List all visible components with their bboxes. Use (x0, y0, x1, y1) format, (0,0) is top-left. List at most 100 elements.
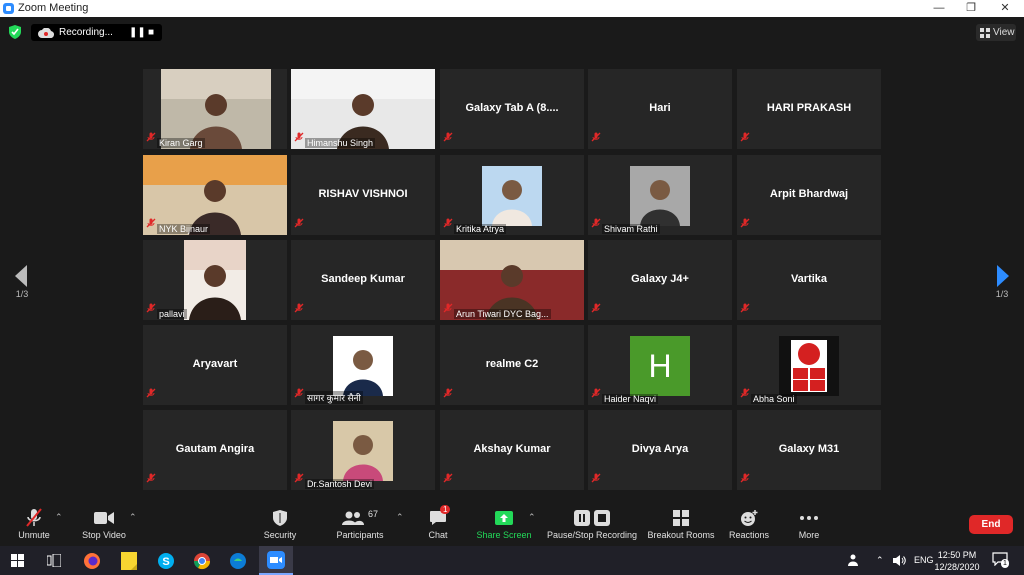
participant-name: Galaxy J4+ (631, 273, 689, 285)
pause-recording-icon[interactable]: ❚❚ (129, 27, 146, 38)
prev-page-button[interactable]: 1/3 (2, 265, 42, 299)
breakout-rooms-button[interactable]: Breakout Rooms (646, 508, 716, 540)
reactions-button[interactable]: Reactions (726, 508, 772, 540)
participants-options-chevron-icon[interactable]: ⌃ (396, 512, 404, 523)
participant-tile[interactable]: Divya Arya (588, 410, 732, 490)
participant-tile[interactable]: Galaxy J4+ (588, 240, 732, 320)
edge-icon[interactable] (229, 552, 247, 570)
skype-icon[interactable]: S (157, 552, 175, 570)
close-button[interactable]: ✕ (990, 0, 1020, 17)
participant-label: सागर कुमार सैनी (305, 391, 363, 404)
muted-mic-icon (740, 218, 750, 228)
audio-options-chevron-icon[interactable]: ⌃ (55, 512, 63, 523)
security-button[interactable]: Security (258, 508, 302, 540)
sticky-notes-icon[interactable] (121, 552, 137, 570)
video-options-chevron-icon[interactable]: ⌃ (129, 512, 137, 523)
muted-mic-icon (591, 473, 601, 483)
muted-mic-icon (740, 132, 750, 142)
minimize-button[interactable]: — (924, 0, 954, 17)
participant-tile[interactable]: Aryavart (143, 325, 287, 405)
muted-mic-icon (443, 473, 453, 483)
participant-name: realme C2 (485, 358, 539, 370)
muted-mic-icon (294, 303, 304, 313)
participant-tile[interactable]: realme C2 (440, 325, 584, 405)
participant-tile[interactable]: Kiran Garg (143, 69, 287, 149)
participant-tile[interactable]: Galaxy Tab A (8.... (440, 69, 584, 149)
page-indicator-right: 1/3 (995, 289, 1009, 299)
muted-mic-icon (443, 218, 453, 228)
volume-icon[interactable] (893, 555, 907, 566)
participant-tile[interactable]: H Haider Naqvi (588, 325, 732, 405)
participant-tile[interactable]: Akshay Kumar (440, 410, 584, 490)
muted-mic-icon (443, 132, 453, 142)
muted-mic-icon (443, 388, 453, 398)
participant-tile[interactable]: Gautam Angira (143, 410, 287, 490)
security-shield-outline-icon (273, 510, 287, 526)
maximize-button[interactable]: ❐ (956, 0, 986, 17)
participant-tile[interactable]: Hari (588, 69, 732, 149)
action-center-button[interactable]: 1 (992, 552, 1010, 568)
show-hidden-icons-chevron-icon[interactable]: ⌃ (876, 555, 884, 566)
participant-tile[interactable]: Arpit Bhardwaj (737, 155, 881, 235)
participant-name: Galaxy Tab A (8.... (465, 102, 559, 114)
participant-video (184, 240, 246, 320)
stop-video-label: Stop Video (82, 530, 126, 540)
security-shield-icon[interactable] (9, 25, 21, 39)
muted-mic-icon (443, 303, 453, 313)
grid-view-icon (980, 28, 990, 38)
participant-label: Haider Naqvi (602, 394, 659, 404)
muted-mic-icon (146, 218, 156, 228)
participant-tile[interactable]: HARI PRAKASH (737, 69, 881, 149)
participant-tile[interactable]: Arun Tiwari DYC Bag... (440, 240, 584, 320)
participant-tile[interactable]: Dr.Santosh Devi (291, 410, 435, 490)
people-tray-icon[interactable] (848, 554, 862, 566)
participant-tile[interactable]: Kritika Atrya (440, 155, 584, 235)
cloud-record-icon (38, 28, 54, 38)
share-screen-button[interactable]: Share Screen (474, 508, 534, 540)
participant-name: Gautam Angira (175, 443, 255, 455)
participants-button[interactable]: 67 Participants (330, 508, 390, 540)
participant-name: Akshay Kumar (473, 443, 551, 455)
chrome-icon[interactable] (193, 552, 211, 570)
taskbar-clock[interactable]: 12:50 PM 12/28/2020 (930, 549, 984, 573)
more-button[interactable]: More (790, 508, 828, 540)
windows-start-icon[interactable] (11, 554, 24, 567)
pause-stop-icon (574, 510, 610, 526)
participant-tile[interactable]: NYK Bijnaur (143, 155, 287, 235)
view-button[interactable]: View (976, 24, 1016, 41)
zoom-taskbar-button[interactable] (259, 546, 293, 575)
pause-stop-recording-button[interactable]: Pause/Stop Recording (544, 508, 640, 540)
stop-recording-icon[interactable]: ■ (148, 27, 154, 38)
participant-tile[interactable]: pallavi (143, 240, 287, 320)
participant-tile[interactable]: Galaxy M31 (737, 410, 881, 490)
unmute-button[interactable]: Unmute (12, 508, 56, 540)
security-label: Security (263, 530, 297, 540)
page-indicator-left: 1/3 (15, 289, 29, 299)
view-label: View (993, 27, 1015, 38)
next-page-button[interactable]: 1/3 (982, 265, 1022, 299)
participant-tile[interactable]: RISHAV VISHNOI (291, 155, 435, 235)
participant-tile[interactable]: Himanshu Singh (291, 69, 435, 149)
participant-tile[interactable]: Sandeep Kumar (291, 240, 435, 320)
muted-mic-icon (294, 218, 304, 228)
profile-photo (333, 336, 393, 396)
chat-button[interactable]: 1 Chat (418, 505, 458, 540)
unmute-label: Unmute (18, 530, 50, 540)
muted-mic-icon (591, 303, 601, 313)
muted-mic-icon (740, 388, 750, 398)
share-options-chevron-icon[interactable]: ⌃ (528, 512, 536, 523)
participants-label: Participants (336, 530, 384, 540)
end-meeting-button[interactable]: End (969, 515, 1013, 534)
chat-label: Chat (428, 530, 448, 540)
participant-label: Abha Soni (751, 394, 797, 404)
participant-tile[interactable]: Vartika (737, 240, 881, 320)
stop-video-button[interactable]: Stop Video (76, 508, 132, 540)
participant-tile[interactable]: सागर कुमार सैनी (291, 325, 435, 405)
participant-name: RISHAV VISHNOI (318, 188, 408, 200)
task-view-icon[interactable] (47, 554, 61, 567)
participant-video (143, 155, 287, 235)
participant-tile[interactable]: Abha Soni (737, 325, 881, 405)
participant-tile[interactable]: Shivam Rathi (588, 155, 732, 235)
participant-name: Vartika (790, 273, 828, 285)
firefox-icon[interactable] (83, 552, 101, 570)
